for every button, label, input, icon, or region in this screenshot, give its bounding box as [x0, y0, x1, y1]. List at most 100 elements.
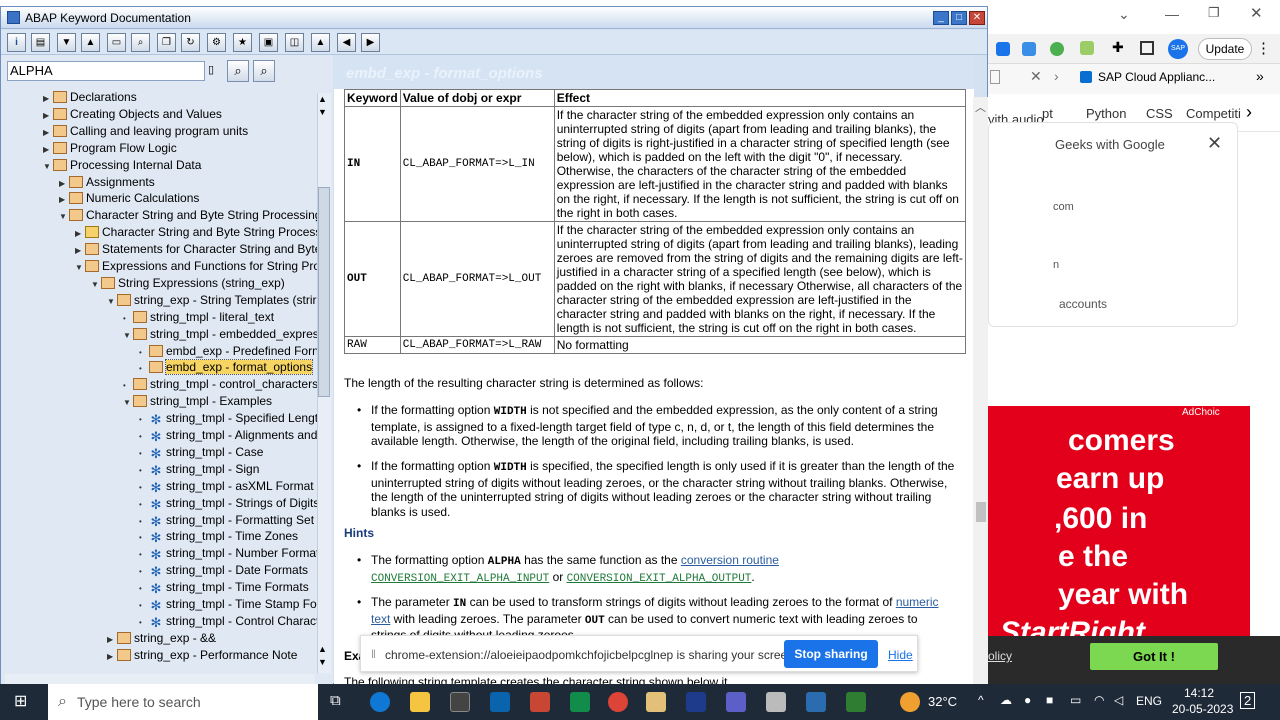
teams-icon[interactable]: [726, 692, 746, 712]
find-icon[interactable]: ⌕: [131, 33, 150, 52]
scroll-up-icon[interactable]: ▲: [318, 94, 327, 104]
adchoices-label[interactable]: AdChoic: [1182, 407, 1220, 418]
tree-item[interactable]: ▶ Character String and Byte String Proces…: [75, 224, 317, 241]
expand-icon[interactable]: ▼: [57, 33, 76, 52]
nav-link[interactable]: CSS: [1146, 106, 1173, 121]
minimize-icon[interactable]: —: [1165, 6, 1179, 22]
forward-icon[interactable]: ▶: [361, 33, 380, 52]
caret-right-icon[interactable]: ▶: [107, 648, 117, 665]
battery-icon[interactable]: ▭: [1070, 693, 1081, 707]
avatar[interactable]: SAP: [1168, 39, 1188, 59]
tree-item[interactable]: • ✻ string_tmpl - Formatting Set: [139, 512, 314, 529]
sidepanel-icon[interactable]: [1140, 41, 1154, 55]
outlook-icon[interactable]: [490, 692, 510, 712]
tree-item[interactable]: ▶ string_exp - &&: [107, 630, 216, 647]
sap-gui-icon[interactable]: [646, 692, 666, 712]
file-explorer-icon[interactable]: [410, 692, 430, 712]
caret-down-icon[interactable]: ▼: [123, 394, 133, 411]
chevron-down-icon[interactable]: ⌄: [1118, 6, 1130, 23]
caret-down-icon[interactable]: ▼: [91, 276, 101, 293]
info-icon[interactable]: i: [7, 33, 26, 52]
close-button[interactable]: ✕: [969, 11, 985, 25]
content-scrollbar[interactable]: [973, 97, 988, 685]
settings-icon[interactable]: ⚙: [207, 33, 226, 52]
caret-right-icon[interactable]: ▶: [59, 191, 69, 208]
caret-down-icon[interactable]: ▼: [75, 259, 85, 276]
print-icon[interactable]: ▭: [107, 33, 126, 52]
nav-link[interactable]: Python: [1086, 106, 1126, 121]
camera-icon[interactable]: ■: [1046, 693, 1053, 707]
tree-item[interactable]: • ✻ string_tmpl - Control Charact: [139, 613, 317, 630]
tree-item[interactable]: ▼ Expressions and Functions for String Pr…: [75, 258, 317, 275]
extension-icon[interactable]: [996, 42, 1010, 56]
cloud-icon[interactable]: ☁: [1000, 693, 1012, 707]
split-icon[interactable]: ◫: [285, 33, 304, 52]
tree-item[interactable]: • ✻ string_tmpl - Date Formats: [139, 562, 308, 579]
drag-handle-icon[interactable]: ‖: [371, 647, 376, 661]
mail-icon[interactable]: [450, 692, 470, 712]
volume-icon[interactable]: ◁: [1114, 693, 1123, 707]
tree-item[interactable]: ▶ Numeric Calculations: [59, 190, 199, 207]
tree-item[interactable]: ▶ Statements for Character String and Byt…: [75, 241, 317, 258]
tree-item[interactable]: ▶ Creating Objects and Values: [43, 106, 222, 123]
caret-right-icon[interactable]: ▶: [75, 225, 85, 242]
app-icon[interactable]: [806, 692, 826, 712]
copy-icon[interactable]: ❐: [157, 33, 176, 52]
menu-icon[interactable]: ⋮: [1256, 39, 1271, 57]
scroll-up-icon[interactable]: ▲: [318, 644, 327, 654]
extension-icon[interactable]: [1080, 41, 1094, 55]
caret-right-icon[interactable]: ▶: [43, 141, 53, 158]
numeric-text-link[interactable]: numeric: [896, 595, 939, 609]
caret-down-icon[interactable]: ▼: [107, 293, 117, 310]
edge-icon[interactable]: [370, 692, 390, 712]
content-scroll-thumb[interactable]: [976, 502, 986, 522]
search-input[interactable]: ALPHA: [7, 61, 205, 81]
microphone-icon[interactable]: ●: [1024, 693, 1031, 707]
tree-item[interactable]: ▶ Assignments: [59, 174, 155, 191]
tree-item[interactable]: • ✻ string_tmpl - Time Stamp Fo: [139, 596, 317, 613]
caret-down-icon[interactable]: ▼: [43, 158, 53, 175]
got-it-button[interactable]: Got It !: [1090, 643, 1218, 670]
chrome-icon[interactable]: [608, 692, 628, 712]
tree-item[interactable]: ▶ Declarations: [43, 89, 137, 106]
taskbar-search[interactable]: ⌕ Type here to search: [48, 684, 318, 720]
bookmark-icon[interactable]: ★: [233, 33, 252, 52]
search-icon[interactable]: ⌕: [227, 60, 249, 82]
caret-down-icon[interactable]: ▼: [123, 327, 133, 344]
tree-item[interactable]: • ✻ string_tmpl - Number Format: [139, 545, 317, 562]
weather-temp[interactable]: 32°C: [928, 694, 957, 709]
refresh-icon[interactable]: ↻: [181, 33, 200, 52]
tree-item[interactable]: • ✻ string_tmpl - Sign: [139, 461, 259, 478]
tree-item[interactable]: • embd_exp - Predefined Forn: [139, 343, 317, 360]
maximize-button[interactable]: □: [951, 11, 967, 25]
extension-icon[interactable]: [1050, 42, 1064, 56]
tree-item[interactable]: • embd_exp - format_options: [139, 359, 314, 376]
more-bookmarks-icon[interactable]: »: [1256, 68, 1264, 84]
excel-icon[interactable]: [570, 692, 590, 712]
tree-item[interactable]: • ✻ string_tmpl - Case: [139, 444, 263, 461]
tree-item[interactable]: • ✻ string_tmpl - asXML Format: [139, 478, 314, 495]
display-icon[interactable]: ▣: [259, 33, 278, 52]
extension-icon[interactable]: [1022, 42, 1036, 56]
tree-icon[interactable]: ▤: [31, 33, 50, 52]
caret-right-icon[interactable]: ▶: [43, 107, 53, 124]
caret-down-icon[interactable]: ▼: [59, 208, 69, 225]
caret-right-icon[interactable]: ▶: [43, 124, 53, 141]
hide-link[interactable]: Hide: [888, 648, 913, 662]
tree-item[interactable]: • ✻ string_tmpl - Strings of Digits: [139, 495, 317, 512]
close-icon[interactable]: ✕: [1250, 4, 1263, 22]
tree-item[interactable]: ▶ Calling and leaving program units: [43, 123, 248, 140]
tree-item[interactable]: • ✻ string_tmpl - Time Zones: [139, 528, 298, 545]
tree-item[interactable]: • string_tmpl - control_characters: [123, 376, 317, 393]
app-icon[interactable]: [686, 692, 706, 712]
app-icon[interactable]: [766, 692, 786, 712]
tree-item[interactable]: • ✻ string_tmpl - Time Formats: [139, 579, 309, 596]
tree-item[interactable]: ▼ string_tmpl - Examples: [123, 393, 272, 410]
tree-item[interactable]: ▼ String Expressions (string_exp): [91, 275, 285, 292]
caret-right-icon[interactable]: ▶: [75, 242, 85, 259]
puzzle-icon[interactable]: ✚: [1112, 39, 1124, 56]
wifi-icon[interactable]: ◠: [1094, 693, 1104, 707]
tree-item[interactable]: ▼ string_tmpl - embedded_expres: [123, 326, 317, 343]
search-options-icon[interactable]: ⌕: [253, 60, 275, 82]
minimize-button[interactable]: _: [933, 11, 949, 25]
